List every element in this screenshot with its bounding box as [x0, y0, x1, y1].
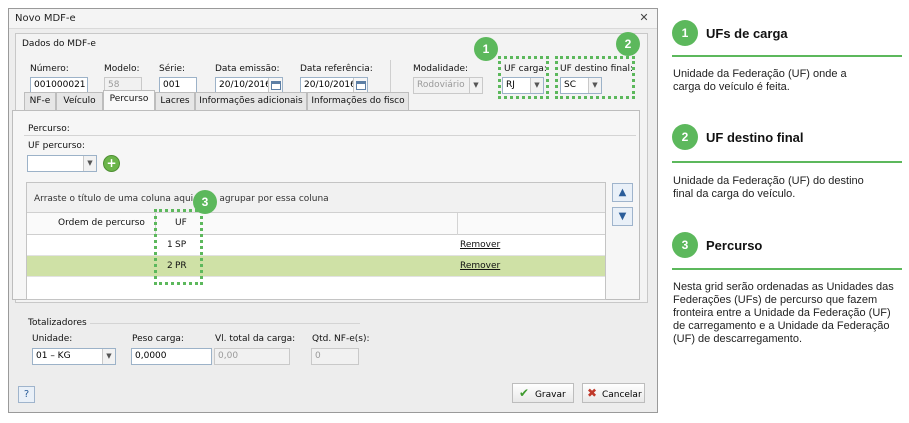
valor-total-field: 0,00 [214, 348, 290, 365]
calendar-icon [356, 81, 366, 90]
modalidade-value: Rodoviário [417, 80, 465, 90]
tab-nfe[interactable]: NF-e [24, 92, 56, 110]
valor-total-label: Vl. total da carga: [215, 334, 296, 344]
group-by-hint: Arraste o título de uma coluna aqui para… [34, 194, 329, 204]
data-emissao-value: 20/10/2016 [219, 80, 271, 90]
tab-lacres[interactable]: Lacres [155, 92, 195, 110]
legend-badge-1: 1 [672, 20, 698, 46]
data-emissao-label: Data emissão: [215, 64, 280, 74]
dados-legend: Dados do MDF-e [22, 39, 96, 49]
uf-percurso-label: UF percurso: [28, 141, 85, 151]
move-down-button[interactable]: ▼ [612, 207, 633, 226]
column-header-ordem[interactable]: Ordem de percurso [58, 218, 145, 228]
plus-icon: + [106, 156, 117, 170]
legend-divider [672, 161, 902, 163]
chevron-down-icon: ▼ [618, 211, 627, 222]
chevron-down-icon[interactable]: ▼ [102, 349, 115, 364]
numero-label: Número: [30, 64, 69, 74]
remove-link[interactable]: Remover [460, 261, 500, 271]
chevron-down-icon[interactable]: ▼ [83, 156, 96, 171]
save-label: Gravar [534, 390, 566, 400]
calendar-button[interactable] [353, 78, 367, 93]
remove-link[interactable]: Remover [460, 240, 500, 250]
calendar-button[interactable] [268, 78, 282, 93]
qtd-nfe-label: Qtd. NF-e(s): [312, 334, 370, 344]
window-title: Novo MDF-e [15, 13, 76, 24]
tab-informacoes-fisco[interactable]: Informações do fisco [307, 92, 409, 110]
data-referencia-value: 20/10/2016 [304, 80, 356, 90]
add-uf-button[interactable]: + [103, 155, 120, 172]
callout-badge-3: 3 [193, 190, 217, 214]
legend-title-3: Percurso [706, 238, 763, 253]
totalizadores-divider [90, 323, 360, 324]
help-icon: ? [23, 389, 30, 400]
modalidade-label: Modalidade: [413, 64, 469, 74]
calendar-icon [271, 81, 281, 90]
chevron-down-icon: ▼ [469, 78, 482, 93]
callout-badge-1: 1 [474, 37, 498, 61]
tab-veiculo[interactable]: Veículo [56, 92, 103, 110]
percurso-legend: Percurso: [28, 124, 70, 134]
check-icon: ✔ [519, 386, 530, 400]
save-button[interactable]: ✔ Gravar [512, 383, 574, 403]
uf-column-highlight [154, 209, 203, 285]
unidade-value: 01 – KG [36, 351, 71, 361]
legend-divider [672, 55, 902, 57]
x-icon: ✖ [587, 386, 598, 400]
column-divider [457, 213, 458, 235]
qtd-nfe-field: 0 [311, 348, 359, 365]
percurso-divider [24, 135, 636, 136]
cancel-button[interactable]: ✖ Cancelar [582, 383, 645, 403]
data-referencia-label: Data referência: [300, 64, 373, 74]
legend-title-1: UFs de carga [706, 26, 788, 41]
legend-divider [672, 268, 902, 270]
help-button[interactable]: ? [18, 386, 35, 403]
uf-percurso-select[interactable]: ▼ [27, 155, 97, 172]
cancel-label: Cancelar [601, 390, 642, 400]
legend-text-1: Unidade da Federação (UF) onde a carga d… [673, 68, 847, 93]
tab-informacoes-adicionais[interactable]: Informações adicionais [195, 92, 307, 110]
unidade-select[interactable]: 01 – KG ▼ [32, 348, 116, 365]
totalizadores-legend: Totalizadores [28, 318, 87, 328]
peso-field[interactable]: 0,0000 [131, 348, 212, 365]
separator [390, 60, 391, 96]
title-bar: Novo MDF-e ✕ [9, 9, 657, 29]
table-row[interactable]: 1 SP Remover [27, 235, 605, 256]
modelo-label: Modelo: [104, 64, 140, 74]
peso-label: Peso carga: [132, 334, 184, 344]
uf-carga-highlight [498, 56, 549, 99]
legend-text-3: Nesta grid serão ordenadas as Unidades d… [673, 281, 894, 345]
callout-badge-2: 2 [616, 32, 640, 56]
serie-label: Série: [159, 64, 186, 74]
legend-text-2: Unidade da Federação (UF) do destino fin… [673, 175, 864, 200]
legend-title-2: UF destino final [706, 130, 804, 145]
legend-badge-3: 3 [672, 232, 698, 258]
unidade-label: Unidade: [32, 334, 73, 344]
tab-percurso[interactable]: Percurso [103, 90, 155, 110]
move-up-button[interactable]: ▲ [612, 183, 633, 202]
chevron-up-icon: ▲ [618, 187, 627, 198]
table-row[interactable]: 2 PR Remover [27, 256, 605, 277]
modalidade-select: Rodoviário ▼ [413, 77, 483, 94]
close-icon[interactable]: ✕ [637, 11, 651, 25]
uf-destino-highlight [555, 56, 635, 99]
legend-badge-2: 2 [672, 124, 698, 150]
